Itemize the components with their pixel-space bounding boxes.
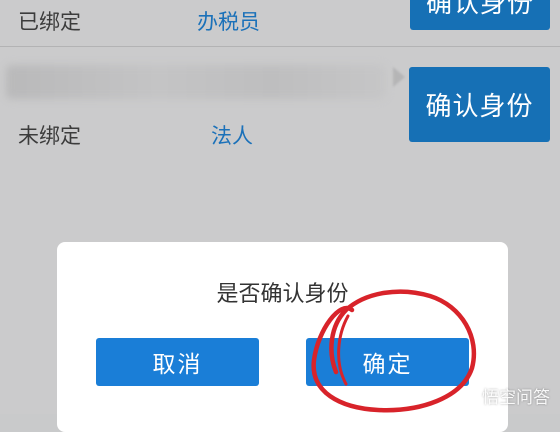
cancel-button[interactable]: 取消 [96,338,259,386]
dialog-title: 是否确认身份 [216,282,349,307]
watermark-logo-icon [461,386,479,405]
binding-status-label: 未绑定 [18,124,81,148]
confirm-identity-button[interactable]: 确认身份 [410,0,550,30]
confirm-identity-button[interactable]: 确认身份 [409,67,550,142]
chevron-right-icon [393,67,405,87]
blurred-company-info [6,65,386,99]
identity-row-unbound: 未绑定 法人 确认身份 [0,47,560,167]
role-label: 办税员 [197,10,260,34]
binding-status-label: 已绑定 [18,10,81,34]
confirm-button[interactable]: 确定 [306,338,469,386]
watermark-text: 悟空问答 [482,388,550,408]
role-label: 法人 [211,124,253,148]
watermark: 悟空问答 [461,383,550,408]
identity-row-bound: 已绑定 办税员 确认身份 [0,0,560,44]
confirm-identity-dialog: 是否确认身份 取消 确定 [57,242,508,432]
